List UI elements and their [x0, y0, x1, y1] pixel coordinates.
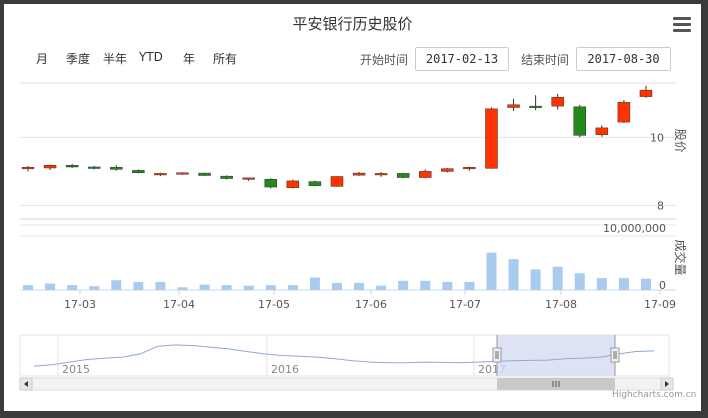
volume-bar [243, 285, 254, 290]
candle-up [374, 173, 388, 176]
candle-down [110, 167, 123, 170]
x-tick-label: 17-09 [644, 298, 676, 311]
candle-down [198, 172, 211, 176]
stock-chart: 810 股价10,000,0000成交量17-03 17-04 17-05 17-06 1… [19, 82, 688, 391]
volume-bar [464, 281, 475, 290]
candle-down [264, 178, 278, 188]
candle-up [595, 127, 609, 135]
candle-up [330, 176, 344, 187]
navigator-right-handle[interactable] [610, 347, 620, 363]
navigator-year-label: 2016 [271, 363, 299, 376]
candle-down [220, 175, 233, 179]
volume-bar [111, 280, 122, 290]
navigator-selected-range [497, 335, 615, 376]
volume-bar [376, 285, 387, 290]
volume-bar [45, 283, 56, 290]
volume-bar [420, 280, 431, 290]
volume-bar [221, 285, 232, 290]
navigator-year-label: 2015 [62, 363, 90, 376]
candle-down [573, 106, 586, 136]
candle-up [176, 172, 189, 175]
volume-bar [398, 280, 409, 290]
candle-up [21, 167, 35, 170]
candle-up [154, 173, 167, 176]
volume-bar [155, 281, 166, 290]
volume-bar [486, 252, 497, 290]
candle-up [43, 165, 57, 169]
candle-down [396, 173, 410, 178]
candle-up [352, 172, 366, 176]
volume-tick-label: 10,000,000 [603, 222, 666, 235]
price-axis-title: 股价 [673, 129, 687, 153]
x-tick-label: 17-03 [64, 298, 96, 311]
candle-up [463, 167, 476, 170]
candle-up [242, 177, 255, 180]
volume-bar [177, 287, 188, 290]
volume-bar [530, 269, 541, 290]
volume-bar [199, 284, 210, 290]
candle-up [551, 97, 564, 107]
volume-bar [287, 285, 298, 290]
candle-up [507, 104, 520, 108]
volume-bar [596, 278, 607, 290]
price-tick-label: 10 [650, 131, 664, 144]
volume-bar [442, 281, 453, 290]
volume-bar [574, 273, 585, 290]
candle-down [87, 166, 101, 169]
x-tick-label: 17-05 [258, 298, 290, 311]
candle-down [529, 105, 542, 108]
candle-up [441, 168, 454, 172]
volume-bar [618, 278, 629, 290]
volume-bar [640, 278, 651, 290]
candle-down [132, 170, 145, 174]
candle-up [485, 108, 498, 169]
x-tick-label: 17-08 [545, 298, 577, 311]
candle-down [308, 181, 322, 186]
volume-bar [309, 277, 320, 290]
volume-bar [508, 259, 519, 290]
credits-link[interactable]: Highcharts.com.cn [612, 390, 696, 400]
candle-up [639, 89, 653, 97]
candle-up [617, 102, 631, 123]
x-tick-label: 17-07 [449, 298, 481, 311]
volume-bar [331, 282, 342, 290]
volume-bar [67, 285, 78, 290]
chart-container: 平安银行历史股价 月 季度 半年 YTD 年 所有 开始时间 2017-02-1… [4, 4, 701, 411]
volume-bar [133, 281, 144, 290]
volume-bar [23, 285, 33, 290]
candle-up [286, 180, 300, 188]
x-tick-label: 17-04 [163, 298, 195, 311]
volume-bar [552, 266, 563, 290]
volume-bar [265, 285, 276, 290]
price-tick-label: 8 [657, 199, 664, 212]
volume-axis-title: 成交量 [673, 239, 688, 275]
volume-bar [354, 282, 365, 290]
candle-up [419, 171, 432, 178]
x-tick-label: 17-06 [355, 298, 387, 311]
navigator-left-handle[interactable] [492, 347, 502, 363]
volume-bar [89, 286, 100, 290]
candle-down [65, 165, 79, 168]
